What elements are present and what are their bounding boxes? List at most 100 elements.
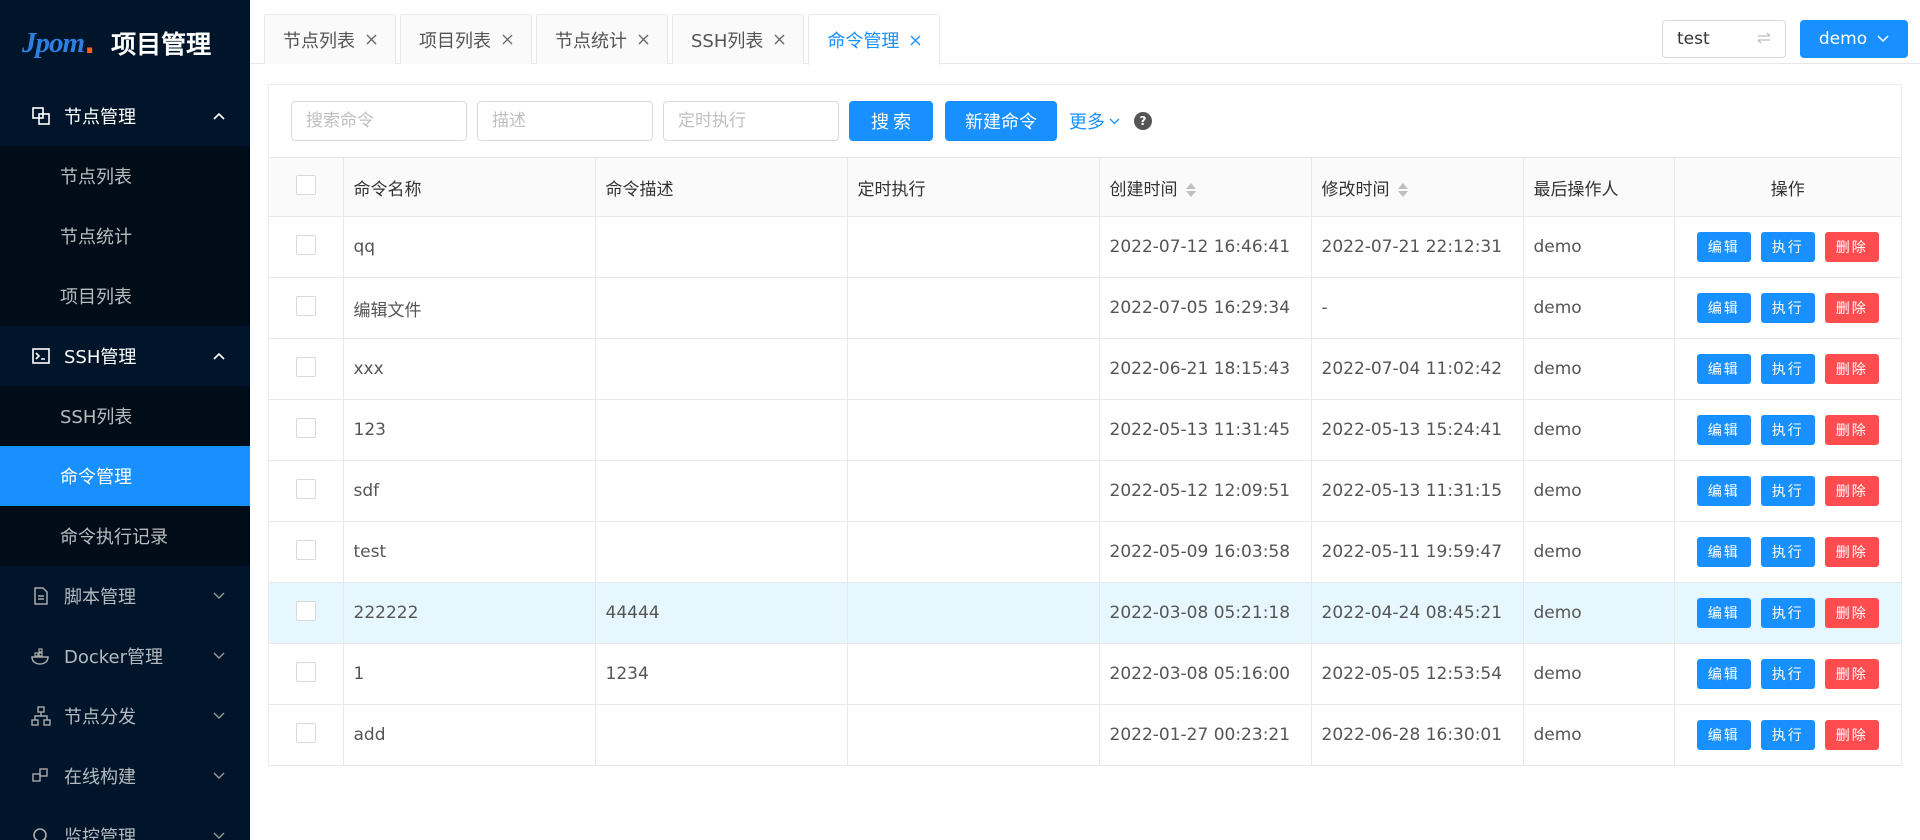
execute-button[interactable]: 执行 <box>1760 598 1815 628</box>
sidebar-group-4[interactable]: 节点分发 <box>0 686 250 746</box>
more-dropdown[interactable]: 更多 <box>1069 108 1120 134</box>
table-row[interactable]: xxx 2022-06-21 18:15:43 2022-07-04 11:02:4… <box>269 338 1901 400</box>
cell-actions: 编辑 执行 删除 <box>1674 704 1901 766</box>
row-checkbox[interactable] <box>295 539 316 560</box>
execute-button[interactable]: 执行 <box>1760 537 1815 567</box>
cell-created: 2022-03-08 05:16:00 <box>1099 643 1312 705</box>
help-icon[interactable]: ? <box>1134 112 1152 130</box>
row-checkbox[interactable] <box>295 722 316 743</box>
delete-button[interactable]: 删除 <box>1824 659 1879 689</box>
delete-button[interactable]: 删除 <box>1824 598 1879 628</box>
edit-button[interactable]: 编辑 <box>1696 476 1751 506</box>
tab-bar: 节点列表 项目列表 节点统计 SSH列表 命令管理 <box>264 14 944 65</box>
edit-button[interactable]: 编辑 <box>1696 415 1751 445</box>
more-label: 更多 <box>1069 112 1105 133</box>
col-header-created[interactable]: 创建时间 <box>1099 157 1312 217</box>
delete-button[interactable]: 删除 <box>1824 476 1879 506</box>
execute-button[interactable]: 执行 <box>1760 476 1815 506</box>
cron-input[interactable] <box>663 101 839 141</box>
chevron-up-icon <box>212 109 226 123</box>
close-icon[interactable] <box>501 34 513 46</box>
tab-item[interactable]: 节点统计 <box>536 14 668 64</box>
tab-item[interactable]: SSH列表 <box>672 14 805 64</box>
cell-user: demo <box>1523 582 1675 644</box>
sidebar-item[interactable]: SSH列表 <box>0 386 250 446</box>
search-name-input[interactable] <box>291 101 467 141</box>
table-row[interactable]: 123 2022-05-13 11:31:45 2022-05-13 15:24:4… <box>269 399 1901 461</box>
cell-name: test <box>343 521 596 583</box>
new-command-button[interactable]: 新建命令 <box>945 101 1057 141</box>
execute-button[interactable]: 执行 <box>1760 354 1815 384</box>
row-checkbox[interactable] <box>295 661 316 682</box>
close-icon[interactable] <box>637 34 649 46</box>
tab-item[interactable]: 节点列表 <box>264 14 396 64</box>
tab-item[interactable]: 项目列表 <box>400 14 532 64</box>
delete-button[interactable]: 删除 <box>1824 232 1879 262</box>
execute-button[interactable]: 执行 <box>1760 415 1815 445</box>
execute-button[interactable]: 执行 <box>1760 232 1815 262</box>
execute-button[interactable]: 执行 <box>1760 659 1815 689</box>
search-button[interactable]: 搜索 <box>849 101 933 141</box>
edit-button[interactable]: 编辑 <box>1696 354 1751 384</box>
table-row[interactable]: test 2022-05-09 16:03:58 2022-05-11 19:59:… <box>269 521 1901 583</box>
delete-button[interactable]: 删除 <box>1824 537 1879 567</box>
execute-button[interactable]: 执行 <box>1760 720 1815 750</box>
row-checkbox[interactable] <box>295 356 316 377</box>
edit-button[interactable]: 编辑 <box>1696 537 1751 567</box>
execute-button[interactable]: 执行 <box>1760 293 1815 323</box>
sidebar-group-3[interactable]: Docker管理 <box>0 626 250 686</box>
table-row[interactable]: 编辑文件 2022-07-05 16:29:34- demo 编辑 执行 删除 <box>269 277 1901 339</box>
row-checkbox[interactable] <box>295 478 316 499</box>
table-row[interactable]: qq 2022-07-12 16:46:41 2022-07-21 22:12:31… <box>269 216 1901 278</box>
sidebar-group-label: 节点分发 <box>64 707 136 728</box>
delete-button[interactable]: 删除 <box>1824 293 1879 323</box>
chevron-down-icon <box>212 589 226 603</box>
cell-actions: 编辑 执行 删除 <box>1674 277 1901 339</box>
sidebar-group-1[interactable]: SSH管理 <box>0 326 250 386</box>
row-checkbox[interactable] <box>295 295 316 316</box>
sidebar-group-5[interactable]: 在线构建 <box>0 746 250 806</box>
chevron-up-icon <box>212 349 226 363</box>
sort-icon <box>1185 182 1196 197</box>
table-row[interactable]: add 2022-01-27 00:23:21 2022-06-28 16:30:0… <box>269 704 1901 766</box>
row-checkbox[interactable] <box>295 234 316 255</box>
table-row[interactable]: sdf 2022-05-12 12:09:51 2022-05-13 11:31:1… <box>269 460 1901 522</box>
delete-button[interactable]: 删除 <box>1824 415 1879 445</box>
edit-button[interactable]: 编辑 <box>1696 659 1751 689</box>
sidebar-group-6[interactable]: 监控管理 <box>0 806 250 840</box>
close-icon[interactable] <box>909 34 921 46</box>
sidebar-item[interactable]: 项目列表 <box>0 266 250 326</box>
edit-button[interactable]: 编辑 <box>1696 720 1751 750</box>
edit-button[interactable]: 编辑 <box>1696 598 1751 628</box>
sidebar-item[interactable]: 节点列表 <box>0 146 250 206</box>
delete-button[interactable]: 删除 <box>1824 720 1879 750</box>
cell-user: demo <box>1523 399 1675 461</box>
sidebar-group-0[interactable]: 节点管理 <box>0 86 250 146</box>
edit-button[interactable]: 编辑 <box>1696 293 1751 323</box>
sidebar-item[interactable]: 节点统计 <box>0 206 250 266</box>
description-input[interactable] <box>477 101 653 141</box>
chevron-down-icon <box>212 829 226 840</box>
row-checkbox[interactable] <box>295 600 316 621</box>
workspace-value: test <box>1677 29 1710 49</box>
row-checkbox[interactable] <box>295 417 316 438</box>
edit-button[interactable]: 编辑 <box>1696 232 1751 262</box>
sidebar-item[interactable]: 命令执行记录 <box>0 506 250 566</box>
col-header-name: 命令名称 <box>343 157 596 217</box>
delete-button[interactable]: 删除 <box>1824 354 1879 384</box>
table-row[interactable]: 222222 44444 2022-03-08 05:21:18 2022-04-24… <box>269 582 1901 644</box>
col-header-actions: 操作 <box>1674 157 1901 217</box>
close-icon[interactable] <box>773 34 785 46</box>
select-all-checkbox[interactable] <box>295 174 316 195</box>
cell-desc: 1234 <box>595 643 848 705</box>
table-row[interactable]: 1 1234 2022-03-08 05:16:00 2022-05-05 12:53… <box>269 643 1901 705</box>
close-icon[interactable] <box>365 34 377 46</box>
workspace-select[interactable]: test <box>1662 20 1786 58</box>
logo[interactable]: Jpom. 项目管理 <box>0 0 250 86</box>
col-header-modified[interactable]: 修改时间 <box>1311 157 1524 217</box>
tab-item[interactable]: 命令管理 <box>808 14 941 65</box>
tab-label: 节点列表 <box>283 30 355 52</box>
sidebar-group-2[interactable]: 脚本管理 <box>0 566 250 626</box>
user-menu-button[interactable]: demo <box>1800 20 1908 58</box>
sidebar-item[interactable]: 命令管理 <box>0 446 250 506</box>
